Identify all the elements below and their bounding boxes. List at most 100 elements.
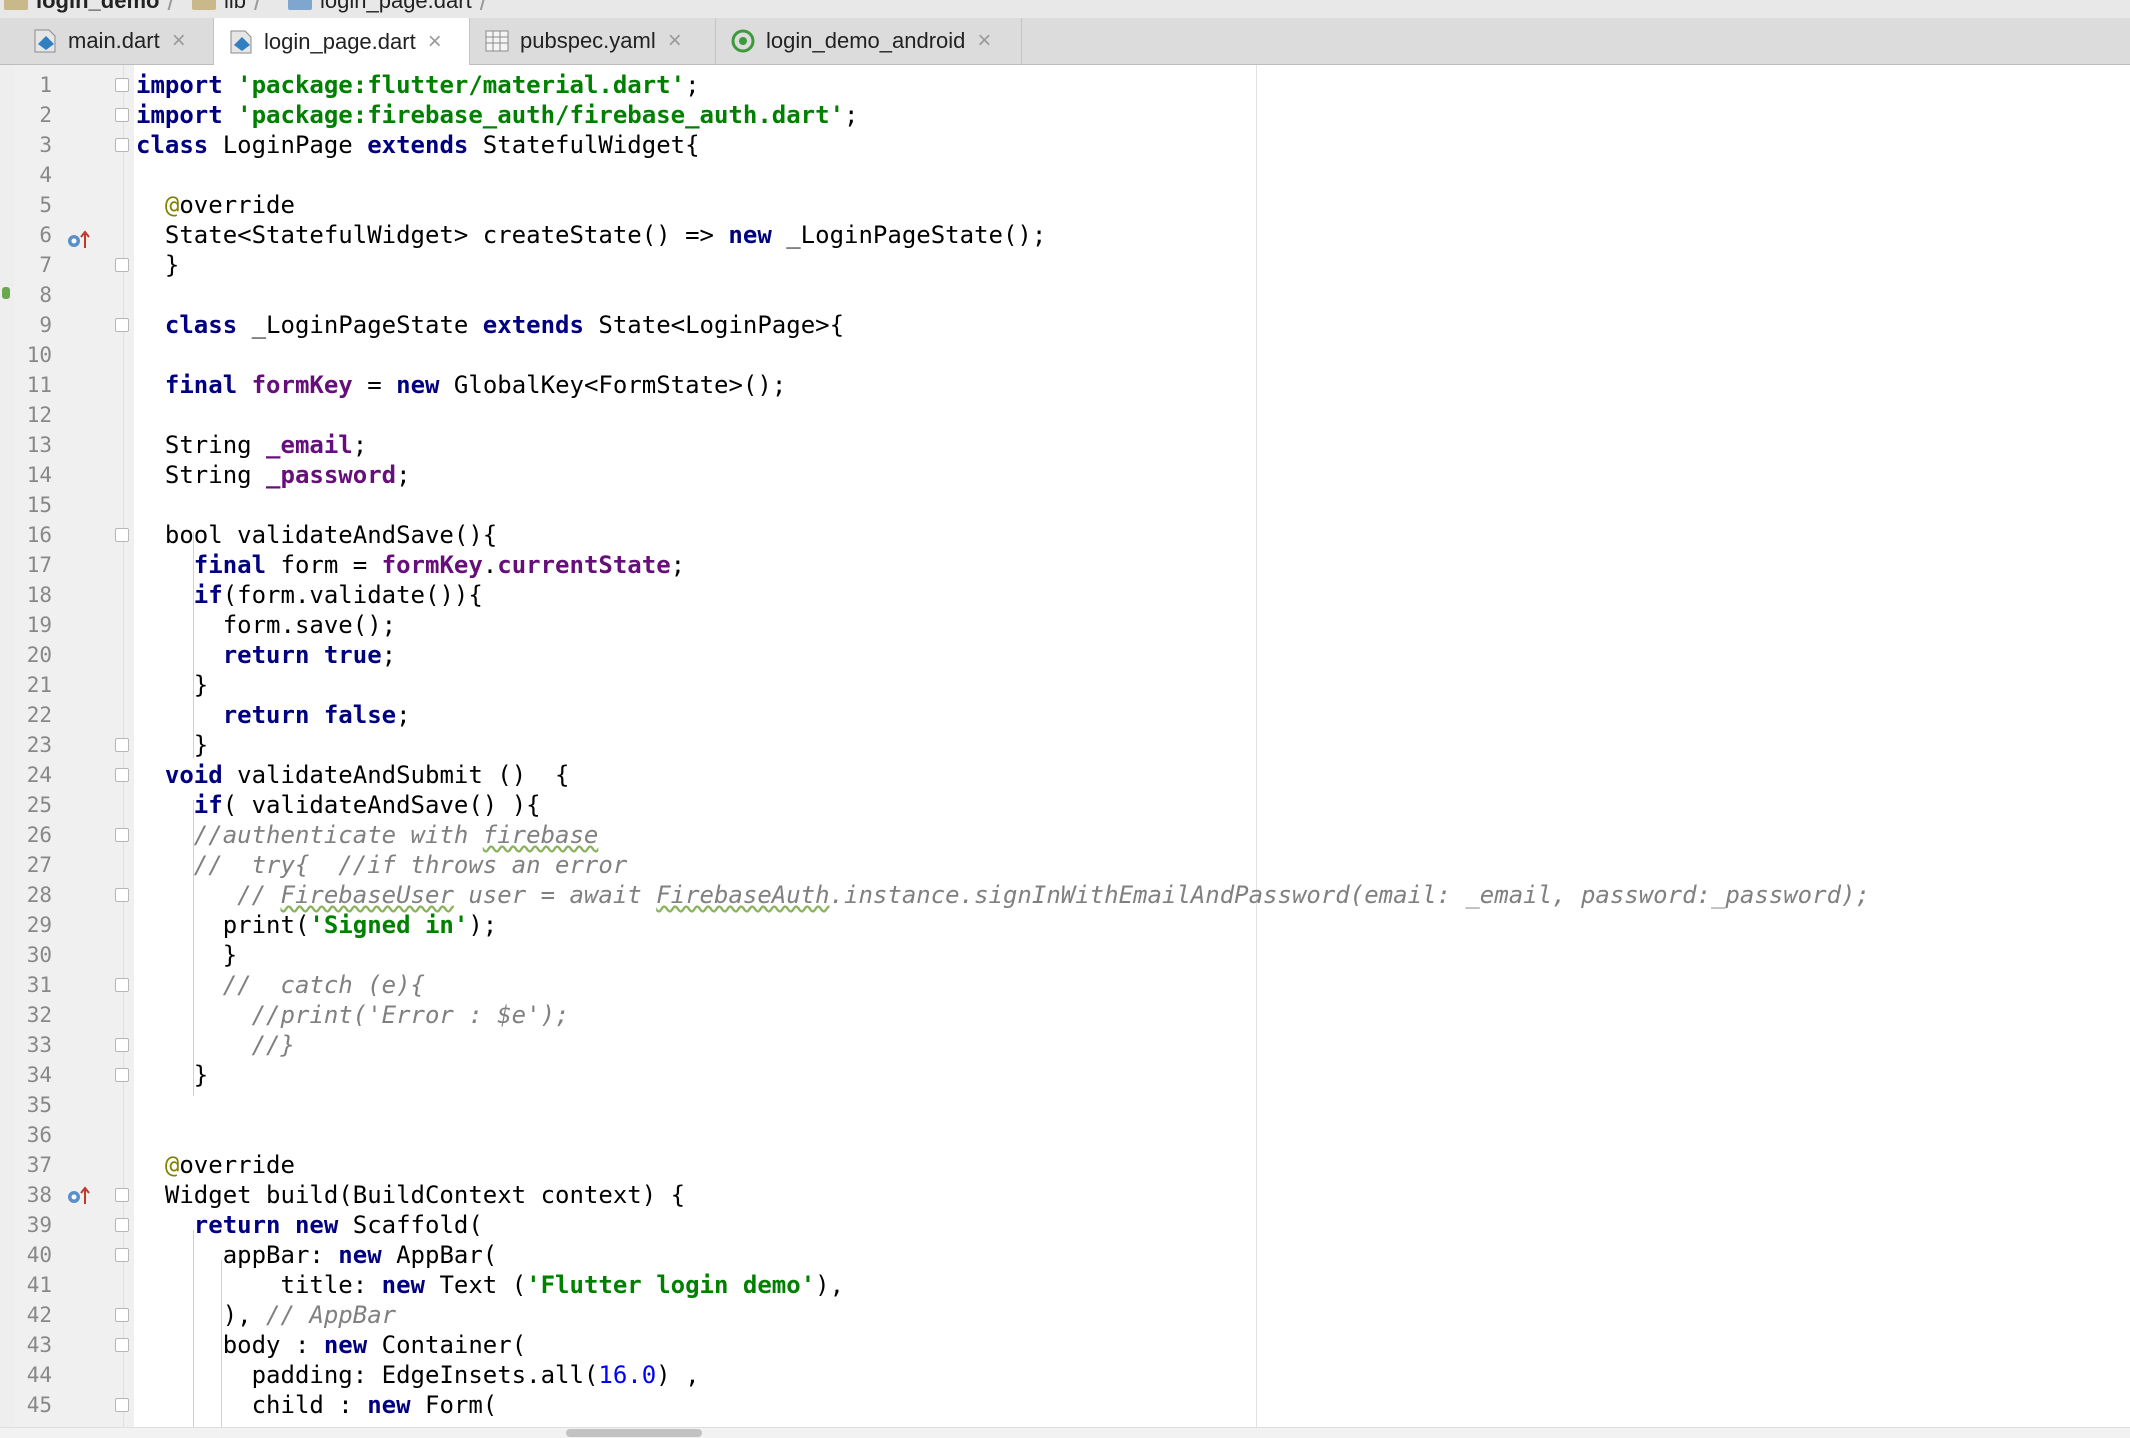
- code-token: firebase: [482, 821, 599, 849]
- code-line: return true;: [136, 640, 396, 670]
- line-number: 16: [26, 523, 52, 547]
- code-token: new: [396, 371, 440, 399]
- fold-marker-icon[interactable]: [115, 318, 129, 332]
- breadcrumb-item-project[interactable]: login_demo /: [4, 0, 183, 16]
- code-line: // catch (e){: [136, 970, 425, 1000]
- tab-pubspec-yaml[interactable]: pubspec.yaml ×: [470, 18, 716, 64]
- fold-marker-icon[interactable]: [115, 1248, 129, 1262]
- close-tab-icon[interactable]: ×: [428, 28, 442, 56]
- code-line: if( validateAndSave() ){: [136, 790, 541, 820]
- code-token: override: [179, 1151, 295, 1179]
- code-token: //authenticate with: [136, 821, 483, 849]
- fold-marker-icon[interactable]: [115, 828, 129, 842]
- line-number: 6: [39, 223, 52, 247]
- line-number: 36: [26, 1123, 52, 1147]
- code-line: String _password;: [136, 460, 411, 490]
- code-token: String: [136, 431, 267, 459]
- scrollbar-thumb[interactable]: [566, 1429, 702, 1437]
- line-number: 21: [26, 673, 52, 697]
- fold-marker-icon[interactable]: [115, 1038, 129, 1052]
- code-line: // FirebaseUser user = await FirebaseAut…: [136, 880, 1870, 910]
- code-token: 'Flutter login demo': [526, 1271, 816, 1299]
- line-number: 13: [26, 433, 52, 457]
- code-token: .: [482, 551, 498, 579]
- breadcrumb-item-file[interactable]: login_page.dart /: [288, 0, 495, 16]
- code-line: @override: [136, 190, 295, 220]
- code-token: bool validateAndSave(){: [136, 521, 498, 549]
- fold-marker-icon[interactable]: [115, 1338, 129, 1352]
- fold-marker-icon[interactable]: [115, 108, 129, 122]
- code-line: }: [136, 730, 208, 760]
- code-token: ) ,: [656, 1361, 700, 1389]
- line-number: 7: [39, 253, 52, 277]
- tab-login-demo-android[interactable]: login_demo_android ×: [716, 18, 1022, 64]
- code-token: ;: [685, 71, 700, 99]
- line-number: 27: [26, 853, 52, 877]
- code-token: Container(: [367, 1331, 527, 1359]
- line-number: 41: [26, 1273, 52, 1297]
- code-token: new: [338, 1241, 382, 1269]
- code-line: }: [136, 940, 237, 970]
- fold-marker-icon[interactable]: [115, 138, 129, 152]
- override-method-icon[interactable]: [66, 1186, 92, 1206]
- line-number: 18: [26, 583, 52, 607]
- fold-marker-icon[interactable]: [115, 978, 129, 992]
- line-number: 8: [39, 283, 52, 307]
- code-line: //}: [136, 1030, 295, 1060]
- code-token: 'Signed in': [309, 911, 469, 939]
- code-line: }: [136, 670, 208, 700]
- code-token: 'package:flutter/material.dart': [237, 71, 686, 99]
- code-token: //}: [136, 1031, 295, 1059]
- close-tab-icon[interactable]: ×: [977, 27, 991, 55]
- code-line: final formKey = new GlobalKey<FormState>…: [136, 370, 786, 400]
- code-line: //print('Error : $e');: [136, 1000, 570, 1030]
- android-module-icon: [731, 29, 755, 53]
- fold-marker-icon[interactable]: [115, 738, 129, 752]
- code-token: ;: [396, 701, 411, 729]
- close-tab-icon[interactable]: ×: [172, 27, 186, 55]
- code-token: class: [136, 131, 209, 159]
- tab-main-dart[interactable]: main.dart ×: [18, 18, 214, 64]
- tab-login-page-dart[interactable]: login_page.dart ×: [214, 18, 470, 65]
- fold-marker-icon[interactable]: [115, 258, 129, 272]
- override-method-icon[interactable]: [66, 230, 92, 250]
- code-token: );: [468, 911, 498, 939]
- code-token: @: [164, 1151, 180, 1179]
- fold-marker-icon[interactable]: [115, 1068, 129, 1082]
- fold-marker-icon[interactable]: [115, 1218, 129, 1232]
- code-token: Scaffold(: [338, 1211, 483, 1239]
- code-token: }: [136, 671, 209, 699]
- breadcrumb-item-lib[interactable]: lib /: [192, 0, 269, 16]
- fold-marker-icon[interactable]: [115, 888, 129, 902]
- code-token: title:: [136, 1271, 382, 1299]
- folder-icon: [192, 0, 216, 10]
- code-token: void: [164, 761, 223, 789]
- code-token: AppBar(: [381, 1241, 498, 1269]
- code-token: form.save();: [136, 611, 397, 639]
- code-token: }: [136, 731, 209, 759]
- line-number: 35: [26, 1093, 52, 1117]
- horizontal-scrollbar[interactable]: [0, 1427, 2130, 1438]
- code-token: body :: [136, 1331, 324, 1359]
- close-tab-icon[interactable]: ×: [668, 27, 682, 55]
- fold-marker-icon[interactable]: [115, 1188, 129, 1202]
- line-number: 12: [26, 403, 52, 427]
- fold-marker-icon[interactable]: [115, 1308, 129, 1322]
- line-number: 2: [39, 103, 52, 127]
- line-number: 33: [26, 1033, 52, 1057]
- fold-marker-icon[interactable]: [115, 1398, 129, 1412]
- fold-marker-icon[interactable]: [115, 528, 129, 542]
- code-line: class _LoginPageState extends State<Logi…: [136, 310, 844, 340]
- line-number: 5: [39, 193, 52, 217]
- code-token: currentState: [497, 551, 671, 579]
- line-number: 38: [26, 1183, 52, 1207]
- code-token: ),: [136, 1301, 267, 1329]
- fold-marker-icon[interactable]: [115, 768, 129, 782]
- fold-marker-icon[interactable]: [115, 78, 129, 92]
- code-line: Widget build(BuildContext context) {: [136, 1180, 685, 1210]
- line-number: 3: [39, 133, 52, 157]
